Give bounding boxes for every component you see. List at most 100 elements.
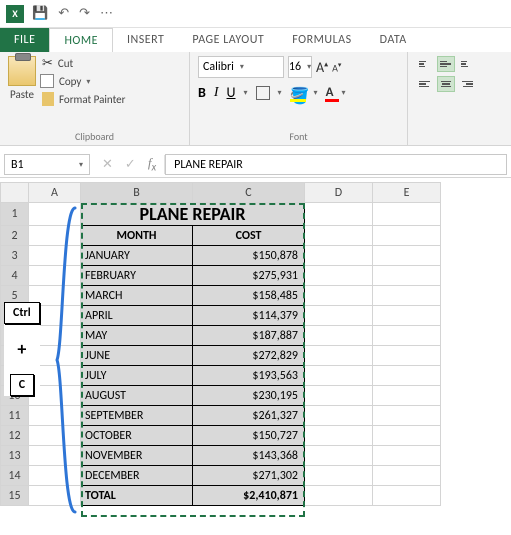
cell-header-month[interactable]: MONTH [81, 226, 193, 246]
tab-page-layout[interactable]: PAGE LAYOUT [178, 28, 278, 52]
cell[interactable] [29, 203, 81, 226]
align-right-button[interactable] [458, 76, 476, 92]
align-bottom-button[interactable] [458, 56, 476, 72]
cell[interactable] [373, 446, 441, 466]
tab-insert[interactable]: INSERT [113, 28, 178, 52]
name-box[interactable]: B1 ▾ [4, 154, 90, 175]
cell[interactable] [373, 326, 441, 346]
row-header[interactable]: 11 [1, 406, 29, 426]
cell-total-label[interactable]: TOTAL [81, 486, 193, 506]
cell-month[interactable]: JANUARY [81, 246, 193, 266]
align-left-button[interactable] [416, 76, 434, 92]
worksheet-grid[interactable]: A B C D E 1 PLANE REPAIR 2 MONTH COST 3J… [0, 182, 511, 506]
tab-home[interactable]: HOME [49, 28, 113, 52]
cell-month[interactable]: DECEMBER [81, 466, 193, 486]
cell-header-cost[interactable]: COST [193, 226, 305, 246]
bold-button[interactable]: B [198, 84, 206, 101]
copy-button[interactable]: Copy ▾ [42, 75, 125, 88]
col-header-e[interactable]: E [373, 183, 441, 203]
row-header[interactable]: 14 [1, 466, 29, 486]
cell[interactable] [305, 366, 373, 386]
cell-month[interactable]: JULY [81, 366, 193, 386]
cell-cost[interactable]: $230,195 [193, 386, 305, 406]
align-center-button[interactable] [437, 76, 455, 92]
cell-month[interactable]: SEPTEMBER [81, 406, 193, 426]
cell[interactable] [305, 266, 373, 286]
cell-cost[interactable]: $261,327 [193, 406, 305, 426]
redo-icon[interactable]: ↷ [79, 6, 90, 21]
cell[interactable] [373, 486, 441, 506]
cell[interactable] [29, 446, 81, 466]
cell[interactable] [373, 406, 441, 426]
cell[interactable] [29, 246, 81, 266]
cell[interactable] [305, 486, 373, 506]
increase-font-icon[interactable]: A▴ [316, 59, 328, 76]
cell[interactable] [305, 226, 373, 246]
cell[interactable] [373, 246, 441, 266]
row-header[interactable]: 12 [1, 426, 29, 446]
cell[interactable] [29, 486, 81, 506]
cell[interactable] [373, 366, 441, 386]
undo-icon[interactable]: ↶ [58, 6, 69, 21]
cell[interactable] [305, 306, 373, 326]
chevron-down-icon[interactable]: ▾ [341, 88, 345, 98]
font-name-combo[interactable]: Calibri ▾ [198, 56, 284, 78]
cell-cost[interactable]: $187,887 [193, 326, 305, 346]
cell-month[interactable]: JUNE [81, 346, 193, 366]
cell[interactable] [29, 426, 81, 446]
col-header-b[interactable]: B [81, 183, 193, 203]
cell[interactable] [305, 326, 373, 346]
row-header[interactable]: 3 [1, 246, 29, 266]
tab-data[interactable]: DATA [366, 28, 421, 52]
borders-button[interactable] [256, 86, 270, 100]
cell-month[interactable]: MAY [81, 326, 193, 346]
cell[interactable] [29, 266, 81, 286]
decrease-font-icon[interactable]: A▾ [332, 60, 341, 74]
underline-button[interactable]: U [227, 84, 236, 101]
cell[interactable] [305, 203, 373, 226]
qat-customize-icon[interactable]: ⋯ [100, 6, 113, 21]
cell[interactable] [29, 406, 81, 426]
cell[interactable] [305, 246, 373, 266]
fx-icon[interactable]: fx [148, 155, 156, 174]
formula-input[interactable]: PLANE REPAIR [165, 154, 507, 175]
cell-cost[interactable]: $150,727 [193, 426, 305, 446]
cell[interactable] [373, 386, 441, 406]
cell-month[interactable]: MARCH [81, 286, 193, 306]
cell-cost[interactable]: $272,829 [193, 346, 305, 366]
cell[interactable] [305, 286, 373, 306]
cell[interactable] [305, 426, 373, 446]
cell-cost[interactable]: $150,878 [193, 246, 305, 266]
col-header-a[interactable]: A [29, 183, 81, 203]
cell[interactable] [29, 226, 81, 246]
fill-color-button[interactable]: 🪣 [290, 86, 306, 100]
cut-button[interactable]: ✂ Cut [42, 56, 125, 71]
cell[interactable] [305, 446, 373, 466]
col-header-c[interactable]: C [193, 183, 305, 203]
chevron-down-icon[interactable]: ▾ [278, 88, 282, 98]
chevron-down-icon[interactable]: ▾ [244, 88, 248, 98]
tab-file[interactable]: FILE [0, 28, 49, 52]
row-header[interactable]: 2 [1, 226, 29, 246]
cell[interactable] [373, 266, 441, 286]
align-middle-button[interactable] [437, 56, 455, 72]
tab-formulas[interactable]: FORMULAS [278, 28, 365, 52]
row-header[interactable]: 1 [1, 203, 29, 226]
cell[interactable] [373, 306, 441, 326]
cell[interactable] [373, 226, 441, 246]
cell[interactable] [373, 203, 441, 226]
cell-month[interactable]: AUGUST [81, 386, 193, 406]
italic-button[interactable]: I [214, 85, 219, 101]
cell[interactable] [373, 426, 441, 446]
font-color-button[interactable]: A [326, 85, 334, 100]
chevron-down-icon[interactable]: ▾ [314, 88, 318, 98]
row-header[interactable]: 4 [1, 266, 29, 286]
cell[interactable] [305, 386, 373, 406]
enter-icon[interactable]: ✓ [125, 157, 136, 172]
cell-month[interactable]: APRIL [81, 306, 193, 326]
cell[interactable] [305, 466, 373, 486]
cell[interactable] [29, 466, 81, 486]
cell-cost[interactable]: $193,563 [193, 366, 305, 386]
cell[interactable] [373, 286, 441, 306]
font-size-combo[interactable]: 16 ▾ [288, 56, 312, 78]
